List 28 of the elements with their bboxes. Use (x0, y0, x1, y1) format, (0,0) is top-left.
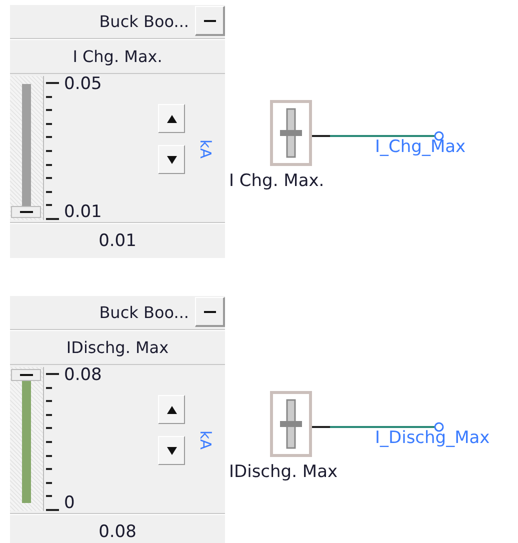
slider-track[interactable] (10, 367, 44, 511)
slider-thumb[interactable] (11, 369, 41, 381)
scale-min: 0 (64, 493, 76, 513)
increment-button[interactable] (158, 104, 185, 133)
decrement-button[interactable] (158, 145, 185, 174)
slider-block-icon[interactable] (270, 100, 312, 166)
value-display: 0.08 (10, 514, 225, 543)
scale-max: 0.05 (64, 74, 102, 94)
unit-label: kA (196, 140, 214, 158)
value-display: 0.01 (10, 223, 225, 258)
block-label: IDischg. Max (229, 462, 338, 482)
parameter-label: IDischg. Max (10, 330, 225, 365)
minimize-button[interactable] (195, 297, 225, 327)
minimize-button[interactable] (195, 6, 225, 36)
panel-title: Buck Boo... (98, 11, 190, 33)
block-label: I Chg. Max. (229, 171, 324, 191)
decrement-button[interactable] (158, 436, 185, 465)
slider-thumb[interactable] (11, 206, 41, 218)
increment-button[interactable] (158, 395, 185, 424)
slider-track[interactable] (10, 76, 44, 220)
port-label: I_Chg_Max (375, 137, 466, 157)
unit-label: kA (196, 430, 214, 450)
parameter-label: I Chg. Max. (10, 39, 225, 74)
scale-max: 0.08 (64, 365, 102, 385)
scale-min: 0.01 (64, 202, 102, 222)
port-label: I_Dischg_Max (375, 428, 490, 448)
panel-title: Buck Boo... (98, 302, 190, 324)
slider-block-icon[interactable] (270, 391, 312, 457)
